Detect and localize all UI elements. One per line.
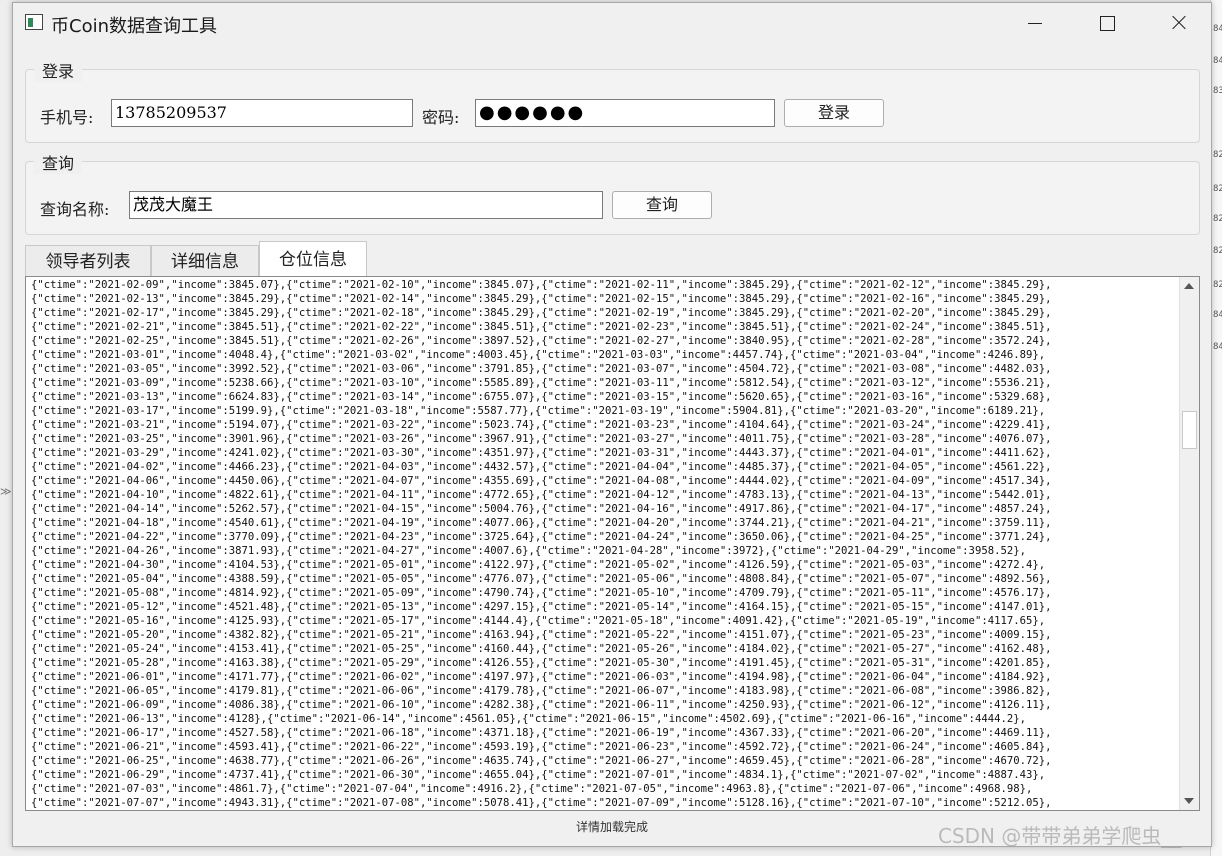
text-line: {"ctime":"2021-04-10","income":4822.61},… xyxy=(31,489,1052,501)
text-line: {"ctime":"2021-03-13","income":6624.83},… xyxy=(31,391,1052,403)
text-line: {"ctime":"2021-03-29","income":4241.02},… xyxy=(31,447,1052,459)
background-number: 84 xyxy=(1213,342,1222,352)
text-line: {"ctime":"2021-03-17","income":5199.9},{… xyxy=(31,405,1046,417)
text-line: {"ctime":"2021-06-13","income":4128},{"c… xyxy=(31,713,1026,725)
query-name-label: 查询名称: xyxy=(40,200,110,219)
text-line: {"ctime":"2021-05-12","income":4521.48},… xyxy=(31,601,1052,613)
text-line: {"ctime":"2021-03-01","income":4048.4},{… xyxy=(31,349,1046,361)
text-lines: {"ctime":"2021-02-09","income":3845.07},… xyxy=(31,278,1181,810)
text-line: {"ctime":"2021-04-26","income":3871.93},… xyxy=(31,545,1026,557)
title-bar[interactable]: 币Coin数据查询工具 xyxy=(13,3,1211,43)
text-line: {"ctime":"2021-04-22","income":3770.09},… xyxy=(31,531,1052,543)
login-group: 登录 手机号: 13785209537 密码: ●●●●●● 登录 xyxy=(25,58,1200,143)
background-number: 82 xyxy=(1213,184,1222,194)
text-line: {"ctime":"2021-04-06","income":4450.06},… xyxy=(31,475,1052,487)
password-input[interactable]: ●●●●●● xyxy=(475,99,775,127)
text-line: {"ctime":"2021-03-25","income":3901.96},… xyxy=(31,433,1052,445)
background-number: 82 xyxy=(1213,150,1222,160)
background-number: 83 xyxy=(1213,86,1222,96)
tab-details[interactable]: 详细信息 xyxy=(151,245,259,277)
text-line: {"ctime":"2021-07-03","income":4861.7},{… xyxy=(31,783,1033,795)
text-line: {"ctime":"2021-07-07","income":4943.31},… xyxy=(31,797,1052,809)
text-line: {"ctime":"2021-05-08","income":4814.92},… xyxy=(31,587,1052,599)
login-group-title: 登录 xyxy=(34,58,83,82)
text-line: {"ctime":"2021-06-01","income":4171.77},… xyxy=(31,671,1052,683)
text-line: {"ctime":"2021-05-24","income":4153.41},… xyxy=(31,643,1052,655)
vertical-scrollbar[interactable] xyxy=(1179,277,1199,810)
app-icon xyxy=(25,14,43,30)
login-button[interactable]: 登录 xyxy=(784,99,884,127)
phone-label: 手机号: xyxy=(40,108,94,127)
scroll-thumb[interactable] xyxy=(1182,411,1197,449)
text-line: {"ctime":"2021-06-17","income":4527.58},… xyxy=(31,727,1052,739)
scroll-up-arrow-icon[interactable] xyxy=(1184,283,1194,289)
text-line: {"ctime":"2021-02-09","income":3845.07},… xyxy=(31,279,1052,291)
text-line: {"ctime":"2021-06-29","income":4737.41},… xyxy=(31,769,1046,781)
maximize-button[interactable] xyxy=(1071,3,1141,43)
password-label: 密码: xyxy=(422,108,460,127)
scroll-down-arrow-icon[interactable] xyxy=(1184,798,1194,804)
window-title: 币Coin数据查询工具 xyxy=(51,16,217,37)
text-line: {"ctime":"2021-05-04","income":4388.59},… xyxy=(31,573,1052,585)
text-line: {"ctime":"2021-03-21","income":5194.07},… xyxy=(31,419,1052,431)
text-line: {"ctime":"2021-05-20","income":4382.82},… xyxy=(31,629,1052,641)
positions-text-area[interactable]: {"ctime":"2021-02-09","income":3845.07},… xyxy=(25,276,1200,811)
app-window: 币Coin数据查询工具 登录 手机号: 13785209537 密码: ●●●●… xyxy=(12,2,1212,847)
background-number: 82 xyxy=(1213,246,1222,256)
text-line: {"ctime":"2021-06-21","income":4593.41},… xyxy=(31,741,1052,753)
text-line: {"ctime":"2021-04-30","income":4104.53},… xyxy=(31,559,1046,571)
left-edge-glyph: ≫ xyxy=(0,485,12,498)
close-button[interactable] xyxy=(1143,3,1213,43)
phone-input[interactable]: 13785209537 xyxy=(111,99,413,127)
background-number: 84 xyxy=(1213,56,1222,66)
background-number: 84 xyxy=(1213,24,1222,34)
background-number: 84 xyxy=(1213,310,1222,320)
text-line: {"ctime":"2021-02-25","income":3845.51},… xyxy=(31,335,1052,347)
tab-positions[interactable]: 仓位信息 xyxy=(259,241,367,278)
text-line: {"ctime":"2021-02-13","income":3845.29},… xyxy=(31,293,1052,305)
background-number: 82 xyxy=(1213,280,1222,290)
watermark: CSDN @带带弟弟学爬虫__ xyxy=(938,824,1182,848)
text-line: {"ctime":"2021-06-25","income":4638.77},… xyxy=(31,755,1052,767)
text-line: {"ctime":"2021-06-09","income":4086.38},… xyxy=(31,699,1052,711)
query-group: 查询 查询名称: 茂茂大魔王 查询 xyxy=(25,150,1200,235)
query-name-input[interactable]: 茂茂大魔王 xyxy=(129,191,603,219)
text-line: {"ctime":"2021-02-17","income":3845.29},… xyxy=(31,307,1052,319)
text-line: {"ctime":"2021-02-21","income":3845.51},… xyxy=(31,321,1052,333)
query-button[interactable]: 查询 xyxy=(612,191,712,219)
query-group-title: 查询 xyxy=(34,150,83,174)
minimize-button[interactable] xyxy=(999,3,1069,43)
text-line: {"ctime":"2021-03-05","income":3992.52},… xyxy=(31,363,1052,375)
tab-leader-list[interactable]: 领导者列表 xyxy=(25,245,151,277)
text-line: {"ctime":"2021-04-18","income":4540.61},… xyxy=(31,517,1052,529)
text-line: {"ctime":"2021-06-05","income":4179.81},… xyxy=(31,685,1052,697)
text-line: {"ctime":"2021-04-14","income":5262.57},… xyxy=(31,503,1052,515)
text-line: {"ctime":"2021-03-09","income":5238.66},… xyxy=(31,377,1052,389)
text-line: {"ctime":"2021-05-28","income":4163.38},… xyxy=(31,657,1052,669)
text-line: {"ctime":"2021-04-02","income":4466.23},… xyxy=(31,461,1052,473)
text-line: {"ctime":"2021-05-16","income":4125.93},… xyxy=(31,615,1046,627)
background-number: 82 xyxy=(1213,214,1222,224)
